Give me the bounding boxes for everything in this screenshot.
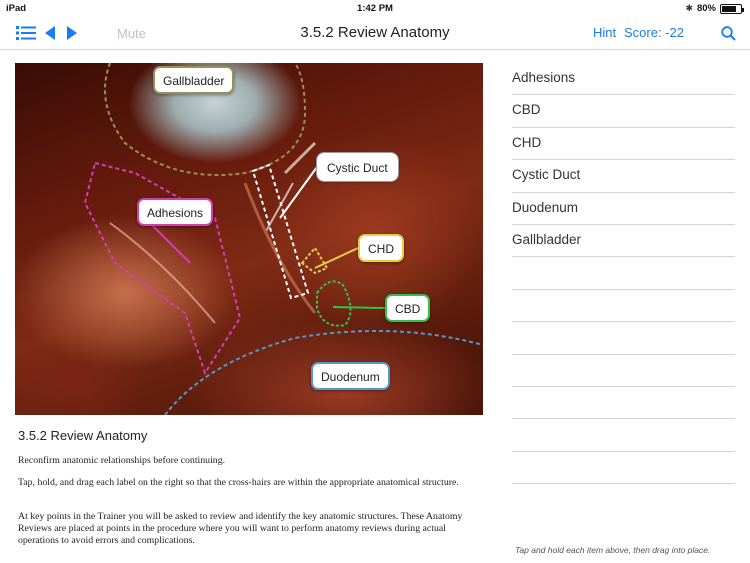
anatomy-outlines — [83, 63, 483, 415]
empty-list-row — [512, 290, 735, 323]
back-arrow-icon[interactable] — [43, 22, 57, 44]
label-list-item[interactable]: CHD — [512, 128, 735, 161]
label-list-item[interactable]: Cystic Duct — [512, 160, 735, 193]
bluetooth-icon: ✱ — [685, 3, 693, 13]
score-display: Score: -22 — [624, 25, 684, 40]
cbd-pointer — [332, 306, 386, 309]
battery-fill — [722, 5, 737, 12]
section-title: 3.5.2 Review Anatomy — [18, 428, 148, 443]
instruction-paragraph: Reconfirm anatomic relationships before … — [18, 455, 226, 466]
surgical-image: Gallbladder Cystic Duct Adhesions CHD CB… — [15, 63, 483, 415]
empty-list-row — [512, 452, 735, 485]
cbd-outline — [316, 280, 352, 327]
search-icon[interactable] — [720, 22, 736, 44]
empty-list-row — [512, 322, 735, 355]
empty-list-row — [512, 355, 735, 387]
list-icon[interactable] — [16, 22, 36, 44]
mute-button[interactable]: Mute — [117, 26, 146, 41]
instruction-paragraph: At key points in the Trainer you will be… — [18, 511, 463, 546]
label-list-item[interactable]: Gallbladder — [512, 225, 735, 258]
chd-outline — [300, 246, 329, 275]
label-list: Adhesions CBD CHD Cystic Duct Duodenum G… — [512, 63, 735, 485]
cbd-label[interactable]: CBD — [385, 294, 431, 322]
cystic-duct-pointer — [279, 166, 318, 219]
status-time: 1:42 PM — [357, 3, 393, 14]
empty-list-row — [512, 257, 735, 290]
battery-icon — [720, 3, 744, 14]
page-title: 3.5.2 Review Anatomy — [300, 24, 450, 41]
empty-list-row — [512, 419, 735, 452]
cystic-duct-outline — [251, 163, 310, 300]
label-list-item[interactable]: Adhesions — [512, 63, 735, 96]
forward-arrow-icon[interactable] — [65, 22, 79, 44]
duodenum-label[interactable]: Duodenum — [311, 362, 390, 390]
battery-percent: 80% — [696, 3, 716, 14]
empty-list-row — [512, 387, 735, 420]
status-bar: iPad 1:42 PM ✱ 80% — [0, 0, 750, 16]
instruction-paragraph: Tap, hold, and drag each label on the ri… — [18, 477, 459, 488]
adhesions-label[interactable]: Adhesions — [137, 198, 214, 226]
cystic-duct-label[interactable]: Cystic Duct — [316, 152, 399, 182]
gallbladder-label[interactable]: Gallbladder — [153, 66, 235, 94]
drag-instructions: Tap and hold each item above, then drag … — [515, 545, 711, 555]
label-list-item[interactable]: CBD — [512, 95, 735, 128]
label-list-item[interactable]: Duodenum — [512, 193, 735, 225]
toolbar: Mute 3.5.2 Review Anatomy Hint Score: -2… — [0, 16, 750, 50]
hint-button[interactable]: Hint — [593, 25, 616, 40]
status-right: ✱ 80% — [685, 3, 744, 14]
chd-label[interactable]: CHD — [358, 234, 404, 262]
